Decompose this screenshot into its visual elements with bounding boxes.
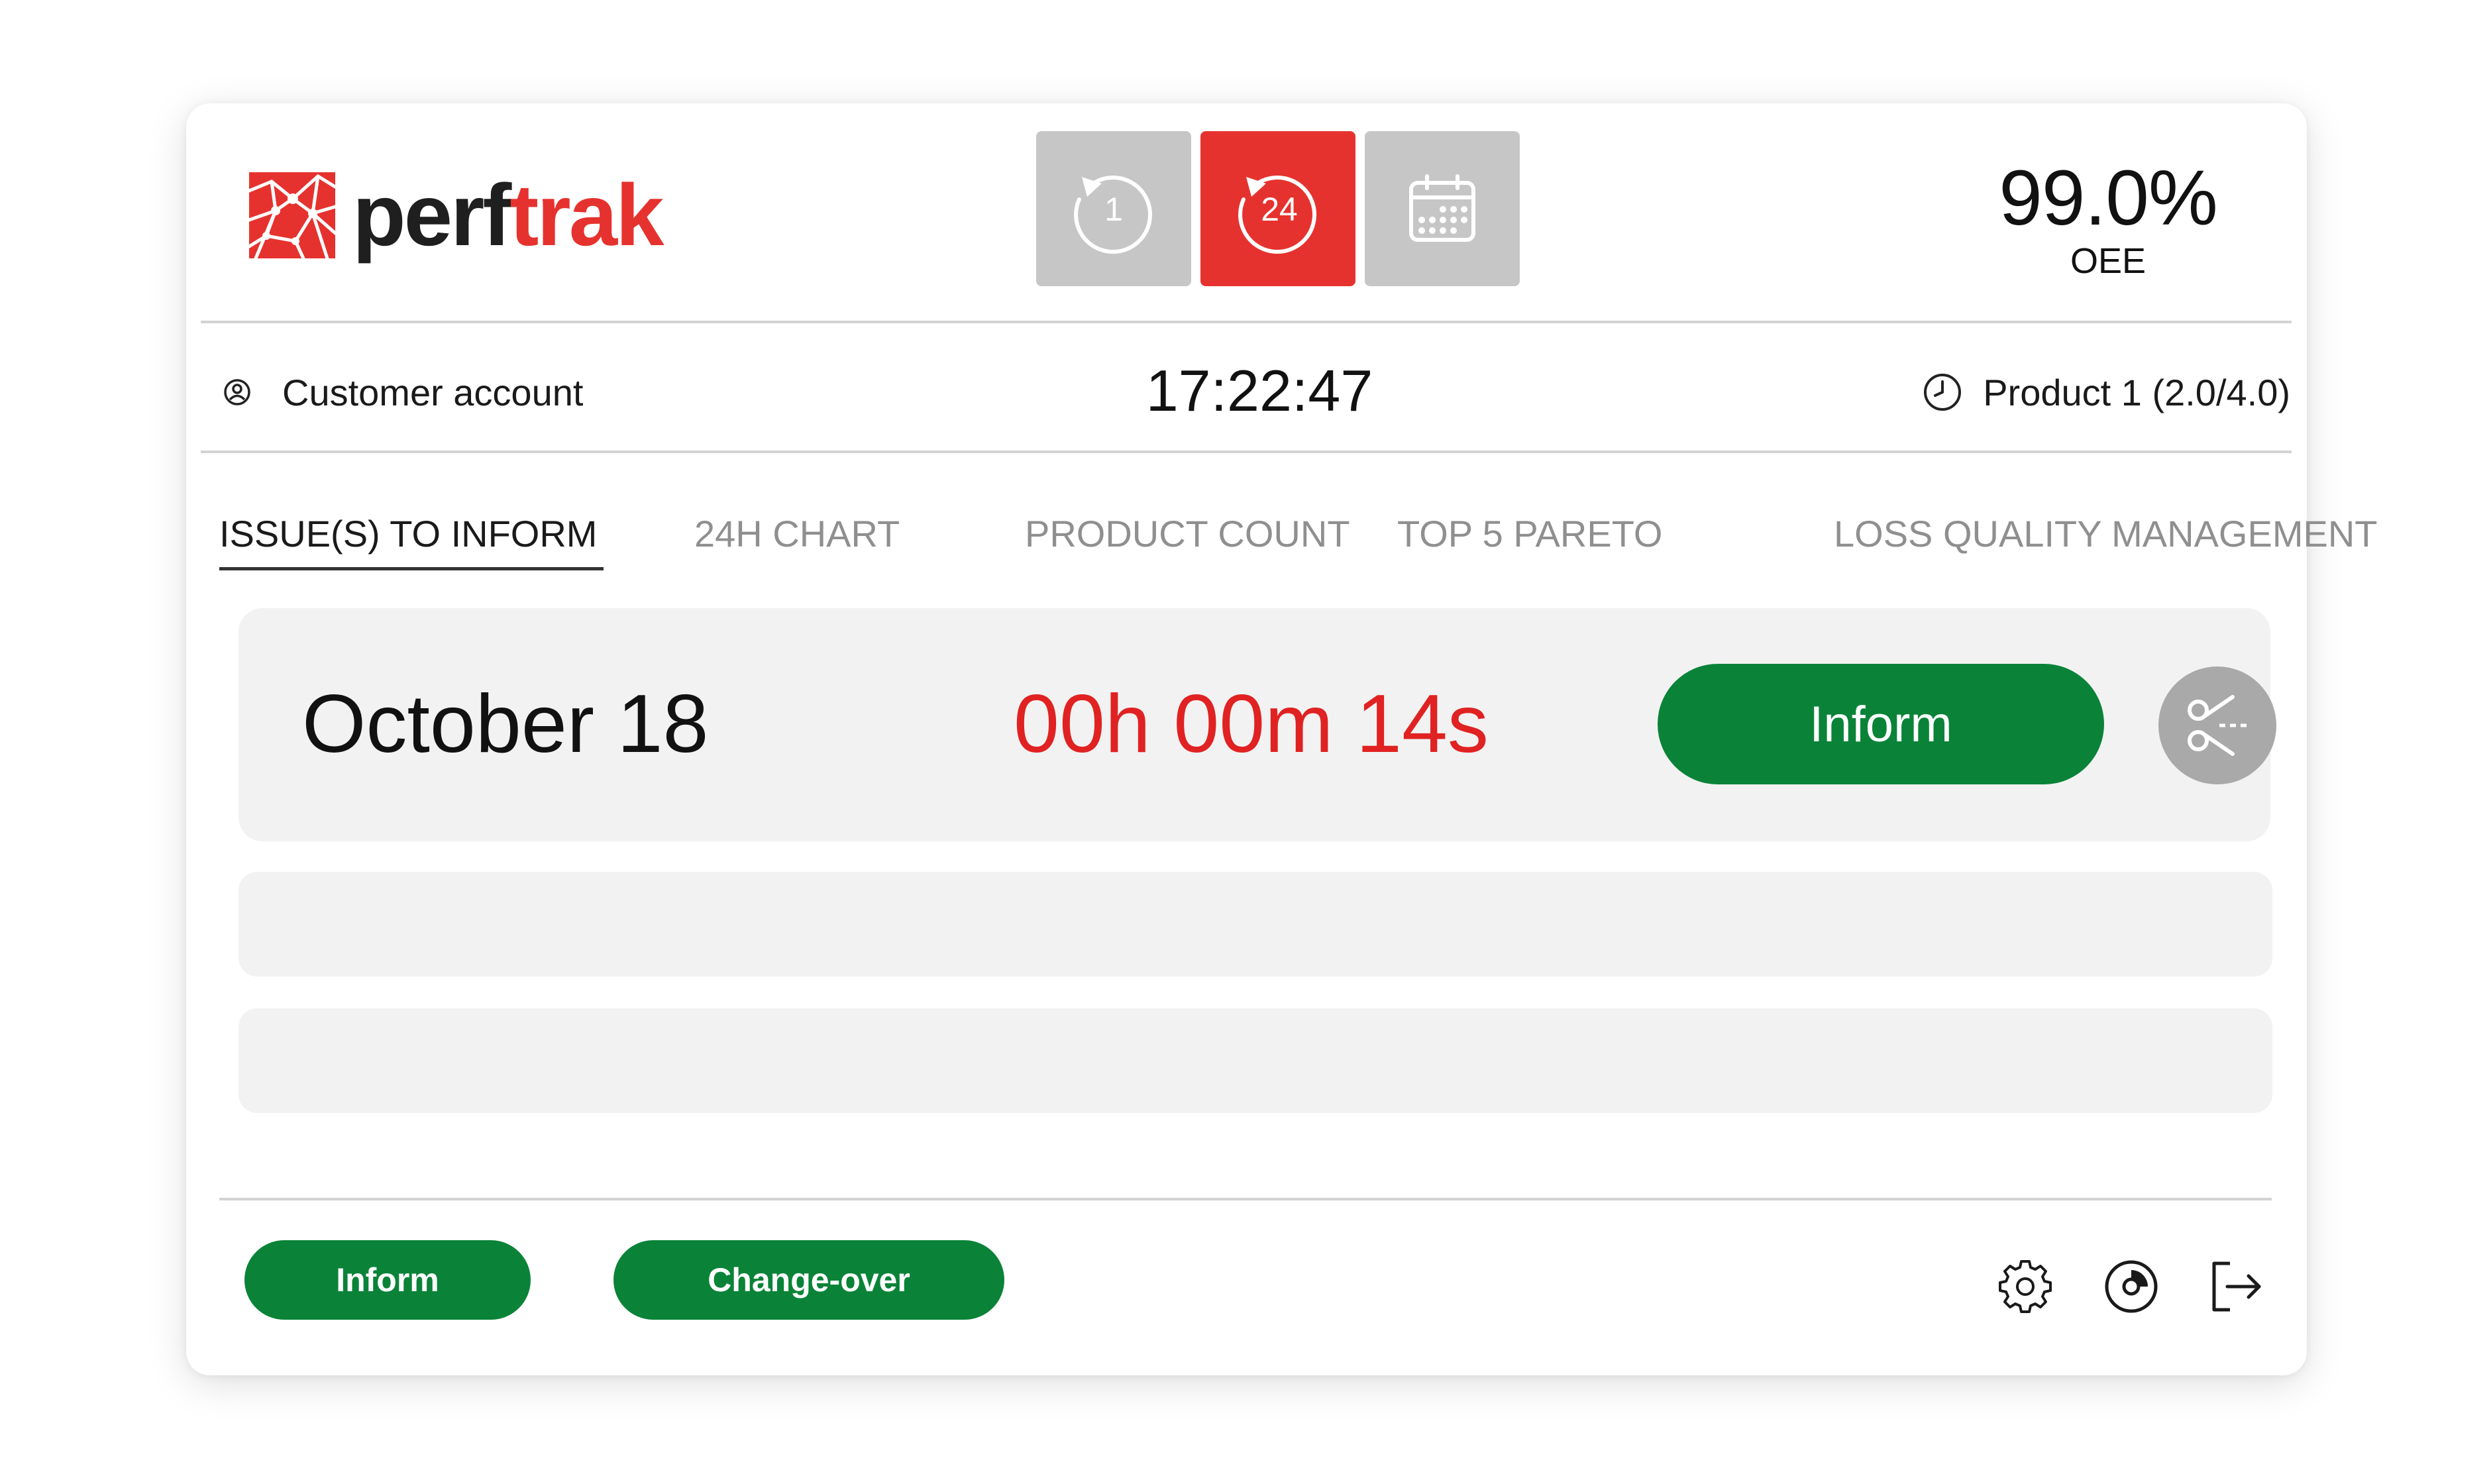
time-range-selector: 1 24: [1036, 131, 1520, 286]
clock-icon: [1922, 372, 1963, 413]
inform-button[interactable]: Inform: [244, 1240, 531, 1320]
product-name: Product 1 (2.0/4.0): [1983, 371, 2290, 413]
issue-date: October 18: [302, 678, 709, 770]
footer-divider: [219, 1198, 2272, 1200]
oee-label: OEE: [2070, 241, 2146, 281]
tab-loss-quality-management[interactable]: LOSS QUALITY MANAGEMENT: [1834, 501, 2377, 567]
calendar-button[interactable]: [1365, 131, 1520, 286]
last-24h-button[interactable]: 24: [1200, 131, 1355, 286]
current-product[interactable]: Product 1 (2.0/4.0): [1922, 366, 2290, 419]
dashboard-button[interactable]: [2098, 1253, 2164, 1320]
empty-issue-row: [238, 1008, 2272, 1113]
scissors-icon: [2188, 695, 2250, 756]
header-divider: [201, 321, 2292, 323]
history-24-icon: 24: [1238, 176, 1317, 254]
split-issue-button[interactable]: [2158, 666, 2276, 784]
empty-issue-row: [238, 872, 2272, 977]
oee-value: 99.0%: [1999, 154, 2218, 242]
tab-24h-chart[interactable]: 24H CHART: [694, 501, 900, 567]
history-24-label: 24: [1261, 191, 1298, 228]
issue-inform-button[interactable]: Inform: [1658, 664, 2104, 784]
info-divider: [201, 450, 2292, 453]
brand-name-part1: perf: [352, 166, 511, 264]
logout-button[interactable]: [2203, 1253, 2269, 1320]
history-1-label: 1: [1104, 191, 1123, 228]
gear-icon: [1999, 1260, 2052, 1313]
oee-indicator: 99.0% OEE: [1989, 155, 2227, 281]
brand-name-part2: trak: [509, 166, 664, 264]
perftrak-network-logo: [249, 172, 335, 258]
tab-issues-to-inform[interactable]: ISSUE(S) TO INFORM: [219, 501, 597, 567]
active-tab-indicator: [219, 567, 604, 570]
tab-top-5-pareto[interactable]: TOP 5 PARETO: [1397, 501, 1662, 567]
issue-row: October 18 00h 00m 14s Inform: [238, 608, 2276, 841]
logout-icon: [2212, 1261, 2261, 1312]
customer-account[interactable]: Customer account: [223, 366, 583, 419]
calendar-icon: [1409, 174, 1475, 242]
tab-product-count[interactable]: PRODUCT COUNT: [1025, 501, 1350, 567]
brand-name: perftrak: [352, 172, 664, 259]
change-over-button[interactable]: Change-over: [613, 1240, 1004, 1320]
tab-bar: ISSUE(S) TO INFORM 24H CHART PRODUCT COU…: [219, 501, 2377, 574]
history-1-icon: 1: [1074, 176, 1153, 254]
account-name: Customer account: [282, 371, 584, 413]
app-window: perftrak 1 24 99.0% OEE Customer account…: [186, 103, 2377, 1375]
issue-duration: 00h 00m 14s: [1014, 678, 1489, 770]
current-time: 17:22:47: [1145, 358, 1373, 423]
disc-icon: [2105, 1260, 2158, 1313]
last-hour-button[interactable]: 1: [1036, 131, 1191, 286]
settings-button[interactable]: [1992, 1253, 2058, 1320]
user-circle-icon: [223, 378, 252, 407]
perftrak-logo: perftrak: [249, 172, 664, 259]
